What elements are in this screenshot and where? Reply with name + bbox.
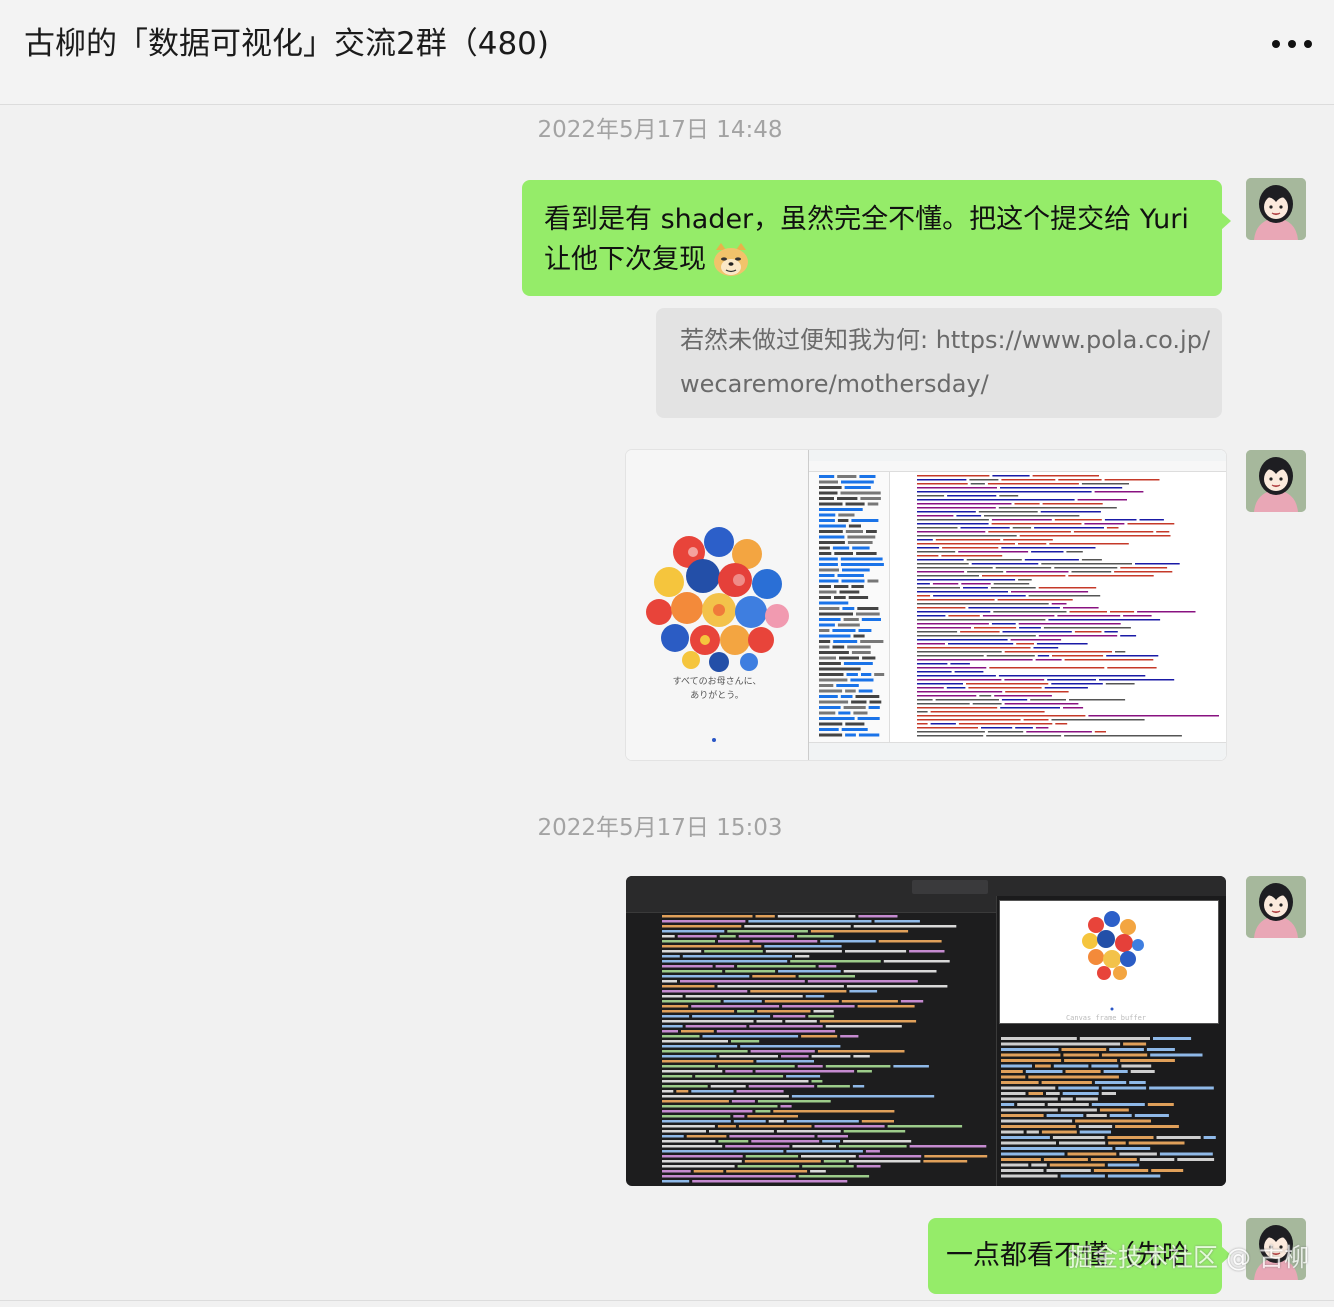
message-bubble[interactable]: 看到是有 shader，虽然完全不懂。把这个提交给 Yuri 让他下次复现 [522,180,1222,296]
shader-code-lines [662,915,988,1183]
screenshot-image-devtools[interactable]: すべてのお母さんに、 ありがとう。 [626,450,1226,760]
inspector-panel: Canvas frame buffer [996,896,1226,1186]
image-caption-line: ありがとう。 [690,691,744,701]
avatar[interactable] [1246,178,1306,240]
chat-header: 古柳的「数据可视化」交流2群（480) [0,0,1334,105]
screenshot-image-shader-debugger[interactable]: Canvas frame buffer [626,876,1226,1186]
frame-buffer-label: Canvas frame buffer [1065,1014,1147,1022]
message-text-line: 看到是有 shader，虽然完全不懂。把这个提交给 Yuri [544,204,1189,235]
flower-thumbnail [1082,911,1144,1011]
chat-title: 古柳的「数据可视化」交流2群（480) [24,26,549,62]
source-code-lines [917,475,1219,737]
file-tree-lines [819,475,885,737]
flower-bouquet-illustration [635,515,799,679]
quote-bubble[interactable]: 若然未做过便知我为何: https://www.pola.co.jp/ weca… [656,308,1222,418]
webpage-preview: すべてのお母さんに、 ありがとう。 [626,450,808,760]
message-text-line: 让他下次复现 [544,244,706,275]
devtools-panel [808,450,1226,760]
image-caption-line: すべてのお母さんに、 [672,677,762,687]
timestamp: 2022年5月17日 15:03 [537,815,783,841]
watermark: 掘金技术社区 @ 古柳 [1068,1243,1309,1272]
bubble-tail [1221,212,1231,230]
carousel-dot [712,738,716,742]
frame-buffer-preview [999,900,1219,1024]
quote-text-line: wecaremore/mothersday/ [680,370,989,398]
doge-emoji-icon [714,243,748,276]
avatar[interactable] [1246,876,1306,938]
inspector-text-lines [1001,1037,1216,1178]
more-options-icon[interactable] [1272,30,1312,58]
avatar[interactable] [1246,450,1306,512]
timestamp: 2022年5月17日 14:48 [537,117,783,143]
quote-text-line: 若然未做过便知我为何: https://www.pola.co.jp/ [680,326,1211,354]
